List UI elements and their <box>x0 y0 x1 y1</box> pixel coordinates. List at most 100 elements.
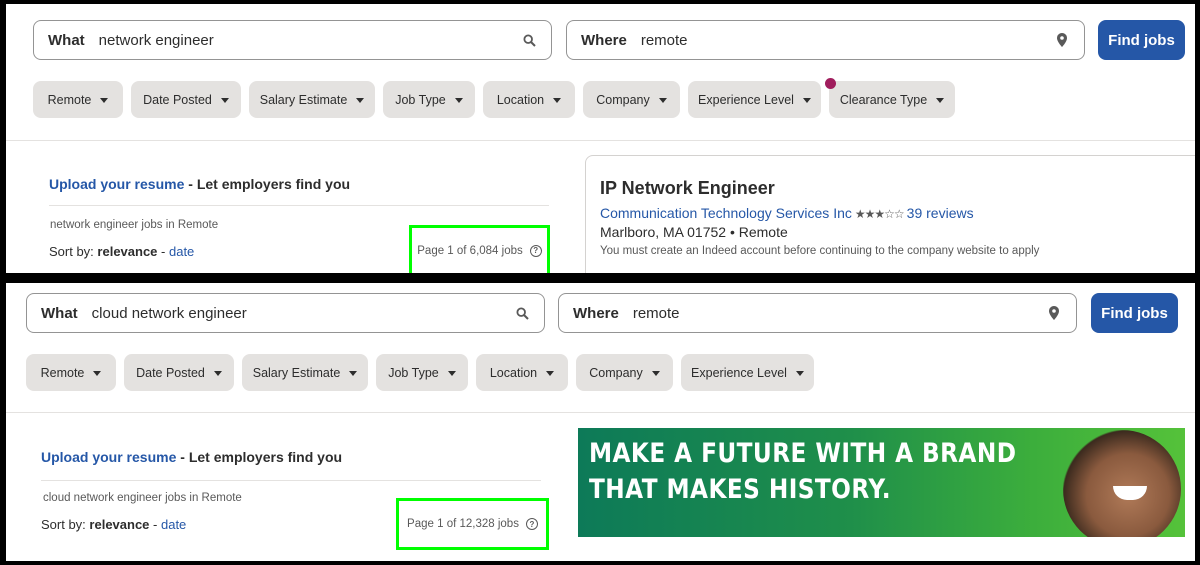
filter-remote[interactable]: Remote <box>26 354 116 391</box>
filter-label: Company <box>596 92 650 107</box>
job-location: Marlboro, MA 01752 • Remote <box>600 224 788 240</box>
page-count: Page 1 of 12,328 jobs <box>407 518 519 530</box>
filter-label: Job Type <box>395 92 446 107</box>
what-label: What <box>48 31 85 49</box>
sort-date-link[interactable]: date <box>169 244 194 259</box>
divider <box>41 480 541 481</box>
filter-job-type[interactable]: Job Type <box>376 354 468 391</box>
filter-label: Date Posted <box>136 365 205 380</box>
filter-company[interactable]: Company <box>576 354 673 391</box>
star-rating-icon: ★★★☆☆ <box>854 207 905 221</box>
filter-label: Job Type <box>388 365 439 380</box>
search-icon[interactable] <box>514 305 530 321</box>
search-results-panel-top: What network engineer Where remote Find … <box>6 4 1195 273</box>
filter-label: Location <box>489 365 538 380</box>
search-results-panel-bottom: What cloud network engineer Where remote… <box>6 283 1195 561</box>
filter-label: Salary Estimate <box>259 92 348 107</box>
apply-note: You must create an Indeed account before… <box>600 245 1040 257</box>
caret-down-icon <box>546 370 555 376</box>
caret-down-icon <box>356 97 365 103</box>
filter-company[interactable]: Company <box>583 81 680 118</box>
filter-label: Date Posted <box>143 92 212 107</box>
filter-label: Remote <box>47 92 92 107</box>
filter-clearance-type[interactable]: Clearance Type <box>829 81 955 118</box>
upload-resume-link[interactable]: Upload your resume <box>49 176 184 192</box>
sort-relevance: relevance <box>97 244 158 259</box>
filter-label: Experience Level <box>698 92 794 107</box>
caret-down-icon <box>802 97 811 103</box>
filter-date-posted[interactable]: Date Posted <box>124 354 234 391</box>
sort-prefix: Sort by: <box>49 244 98 259</box>
divider <box>49 205 549 206</box>
caret-down-icon <box>349 370 358 376</box>
company-line: Communication Technology Services Inc ★★★… <box>600 205 974 221</box>
filter-job-type[interactable]: Job Type <box>383 81 475 118</box>
caret-down-icon <box>795 370 804 376</box>
sort-relevance: relevance <box>89 517 150 532</box>
jobs-in-location-text: cloud network engineer jobs in Remote <box>43 492 242 504</box>
caret-down-icon <box>936 97 945 103</box>
caret-down-icon <box>220 97 229 103</box>
sort-date-link[interactable]: date <box>161 517 186 532</box>
where-input[interactable]: remote <box>633 305 1046 322</box>
where-input[interactable]: remote <box>641 32 1054 49</box>
sort-by: Sort by: relevance - date <box>49 244 194 259</box>
filter-location[interactable]: Location <box>476 354 568 391</box>
find-jobs-button[interactable]: Find jobs <box>1091 293 1178 333</box>
location-pin-icon <box>1054 32 1070 48</box>
banner-person-image <box>1063 430 1181 537</box>
what-search-field[interactable]: What network engineer <box>33 20 552 60</box>
what-input[interactable]: cloud network engineer <box>92 305 514 322</box>
where-search-field[interactable]: Where remote <box>558 293 1077 333</box>
filter-date-posted[interactable]: Date Posted <box>131 81 241 118</box>
banner-headline-line-1: MAKE A FUTURE WITH A BRAND <box>589 438 1017 469</box>
filter-salary-estimate[interactable]: Salary Estimate <box>242 354 368 391</box>
filter-label: Company <box>589 365 643 380</box>
question-circle-icon[interactable]: ? <box>525 518 538 530</box>
banner-headline-line-2: THAT MAKES HISTORY. <box>589 474 892 505</box>
filter-remote[interactable]: Remote <box>33 81 123 118</box>
sort-by: Sort by: relevance - date <box>41 517 186 532</box>
caret-down-icon <box>553 97 562 103</box>
where-label: Where <box>573 304 619 322</box>
filter-location[interactable]: Location <box>483 81 575 118</box>
job-detail-card[interactable]: IP Network Engineer Communication Techno… <box>585 155 1195 273</box>
caret-down-icon <box>651 370 660 376</box>
caret-down-icon <box>454 97 463 103</box>
upload-resume-prompt: Upload your resume - Let employers find … <box>49 176 350 192</box>
advertisement-banner[interactable]: MAKE A FUTURE WITH A BRAND THAT MAKES HI… <box>578 428 1185 537</box>
caret-down-icon <box>658 97 667 103</box>
upload-resume-text: - Let employers find you <box>176 449 343 465</box>
page-count-highlight: Page 1 of 6,084 jobs? <box>409 225 550 273</box>
filter-label: Clearance Type <box>839 92 928 107</box>
sort-separator: - <box>157 244 169 259</box>
filter-label: Remote <box>40 365 85 380</box>
filter-label: Location <box>496 92 545 107</box>
caret-down-icon <box>447 370 456 376</box>
question-circle-icon[interactable]: ? <box>529 244 542 257</box>
divider <box>6 140 1195 141</box>
filter-experience-level[interactable]: Experience Level <box>681 354 814 391</box>
filter-experience-level[interactable]: Experience Level <box>688 81 821 118</box>
upload-resume-link[interactable]: Upload your resume <box>41 449 176 465</box>
where-label: Where <box>581 31 627 49</box>
filter-label: Salary Estimate <box>252 365 341 380</box>
divider <box>6 412 1195 413</box>
sort-prefix: Sort by: <box>41 517 90 532</box>
where-search-field[interactable]: Where remote <box>566 20 1085 60</box>
location-pin-icon <box>1046 305 1062 321</box>
caret-down-icon <box>213 370 222 376</box>
find-jobs-button[interactable]: Find jobs <box>1098 20 1185 60</box>
sort-separator: - <box>149 517 161 532</box>
what-search-field[interactable]: What cloud network engineer <box>26 293 545 333</box>
jobs-in-location-text: network engineer jobs in Remote <box>50 219 219 231</box>
job-title[interactable]: IP Network Engineer <box>600 178 775 199</box>
filter-salary-estimate[interactable]: Salary Estimate <box>249 81 375 118</box>
page-count: Page 1 of 6,084 jobs <box>417 244 523 257</box>
upload-resume-prompt: Upload your resume - Let employers find … <box>41 449 342 465</box>
company-link[interactable]: Communication Technology Services Inc <box>600 205 852 221</box>
filter-label: Experience Level <box>691 365 787 380</box>
reviews-link[interactable]: 39 reviews <box>907 205 974 221</box>
what-input[interactable]: network engineer <box>99 32 521 49</box>
search-icon[interactable] <box>521 32 537 48</box>
